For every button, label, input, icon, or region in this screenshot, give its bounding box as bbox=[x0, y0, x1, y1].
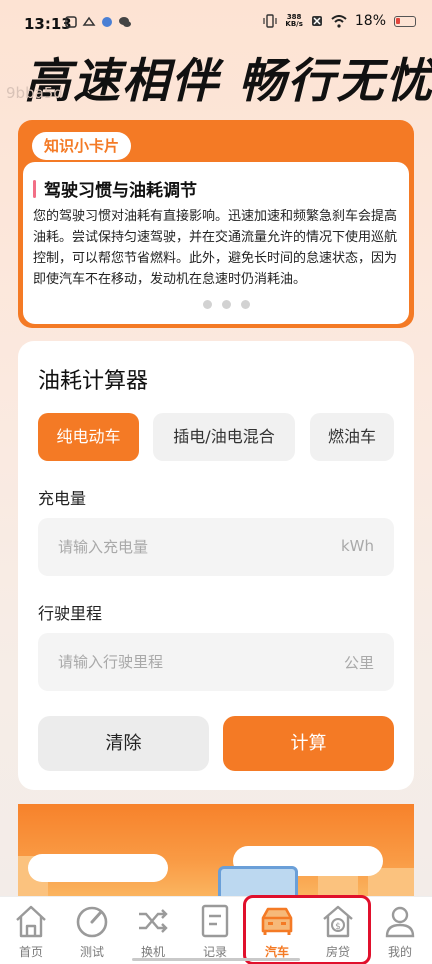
carousel-dot[interactable] bbox=[203, 300, 212, 309]
charge-label: 充电量 bbox=[38, 489, 87, 508]
knowledge-card-tag: 知识小卡片 bbox=[32, 132, 132, 160]
distance-label: 行驶里程 bbox=[38, 604, 103, 623]
promo-banner[interactable] bbox=[18, 804, 414, 896]
type-tab-hybrid[interactable]: 插电/油电混合 bbox=[153, 413, 295, 461]
net-speed-unit: KB/s bbox=[285, 20, 303, 28]
type-tab-fuel[interactable]: 燃油车 bbox=[310, 413, 394, 461]
watermark: 9bba5d bbox=[6, 84, 63, 102]
tab-mortgage[interactable]: $ 房贷 bbox=[308, 897, 368, 964]
tab-records[interactable]: 记录 bbox=[185, 897, 245, 964]
knowledge-card-heading: 驾驶习惯与油耗调节 bbox=[33, 176, 197, 201]
bottom-tab-bar: 首页 测试 换机 记录 汽车 $ 房贷 我的 bbox=[0, 896, 432, 964]
carousel-dot[interactable] bbox=[241, 300, 250, 309]
tab-profile[interactable]: 我的 bbox=[370, 897, 430, 964]
house-loan-icon: $ bbox=[323, 905, 353, 938]
battery-percent: 18% bbox=[354, 13, 386, 29]
tab-label: 测试 bbox=[79, 945, 104, 959]
type-tab-ev[interactable]: 纯电动车 bbox=[38, 413, 139, 461]
speedometer-icon bbox=[76, 906, 108, 938]
vibrate-icon bbox=[263, 14, 277, 28]
carousel-dot[interactable] bbox=[222, 300, 231, 309]
knowledge-card-body: 您的驾驶习惯对油耗有直接影响。迅速加速和频繁急刹车会提高油耗。尝试保持匀速驾驶，… bbox=[33, 209, 398, 287]
clipboard-illustration bbox=[218, 866, 298, 896]
tab-label: 我的 bbox=[387, 945, 412, 959]
user-icon bbox=[385, 906, 415, 938]
home-indicator[interactable] bbox=[132, 958, 300, 961]
svg-text:$: $ bbox=[335, 922, 341, 932]
charge-unit: kWh bbox=[340, 537, 374, 555]
notification-icons bbox=[64, 15, 132, 29]
shuffle-icon bbox=[139, 909, 168, 933]
knowledge-card-content: 驾驶习惯与油耗调节 您的驾驶习惯对油耗有直接影响。迅速加速和频繁急刹车会提高油耗… bbox=[23, 162, 409, 324]
system-status: 388 KB/s 18% bbox=[263, 13, 416, 29]
document-icon bbox=[201, 904, 229, 938]
fuel-calculator-card: 油耗计算器 纯电动车 插电/油电混合 燃油车 充电量 kWh 行驶里程 公里 清… bbox=[18, 341, 414, 790]
knowledge-card[interactable]: 知识小卡片 驾驶习惯与油耗调节 您的驾驶习惯对油耗有直接影响。迅速加速和频繁急刹… bbox=[18, 120, 414, 328]
net-speed: 388 KB/s bbox=[285, 14, 302, 28]
home-icon bbox=[16, 905, 46, 938]
tab-switch[interactable]: 换机 bbox=[123, 897, 183, 964]
tab-car[interactable]: 汽车 bbox=[247, 897, 307, 964]
page-slogan: 高速相伴 畅行无忧 bbox=[24, 54, 432, 109]
app-notification-icon bbox=[65, 16, 77, 28]
clear-button[interactable]: 清除 bbox=[38, 716, 209, 771]
charge-field[interactable]: kWh bbox=[38, 518, 394, 576]
tab-label: 房贷 bbox=[325, 945, 350, 959]
calculate-button[interactable]: 计算 bbox=[223, 716, 394, 771]
app-notification-icon bbox=[102, 17, 112, 27]
battery-icon bbox=[394, 15, 416, 27]
distance-field[interactable]: 公里 bbox=[38, 633, 394, 691]
car-icon bbox=[261, 907, 293, 935]
cloud-shape bbox=[28, 854, 168, 882]
tab-home[interactable]: 首页 bbox=[1, 897, 61, 964]
status-bar: 13:13 388 KB/s 18% bbox=[0, 0, 432, 42]
distance-input[interactable] bbox=[38, 633, 308, 691]
distance-unit: 公里 bbox=[343, 654, 374, 672]
title-marker bbox=[33, 179, 36, 198]
knowledge-card-title: 驾驶习惯与油耗调节 bbox=[44, 181, 197, 201]
carousel-dots[interactable] bbox=[203, 300, 250, 309]
app-notification-icon bbox=[82, 16, 96, 26]
calculator-title: 油耗计算器 bbox=[38, 369, 149, 394]
wifi-icon bbox=[331, 14, 347, 28]
sim-off-icon bbox=[311, 16, 322, 26]
tab-label: 首页 bbox=[18, 945, 43, 959]
tab-test[interactable]: 测试 bbox=[62, 897, 122, 964]
wechat-icon bbox=[119, 17, 131, 27]
charge-input[interactable] bbox=[38, 518, 308, 576]
